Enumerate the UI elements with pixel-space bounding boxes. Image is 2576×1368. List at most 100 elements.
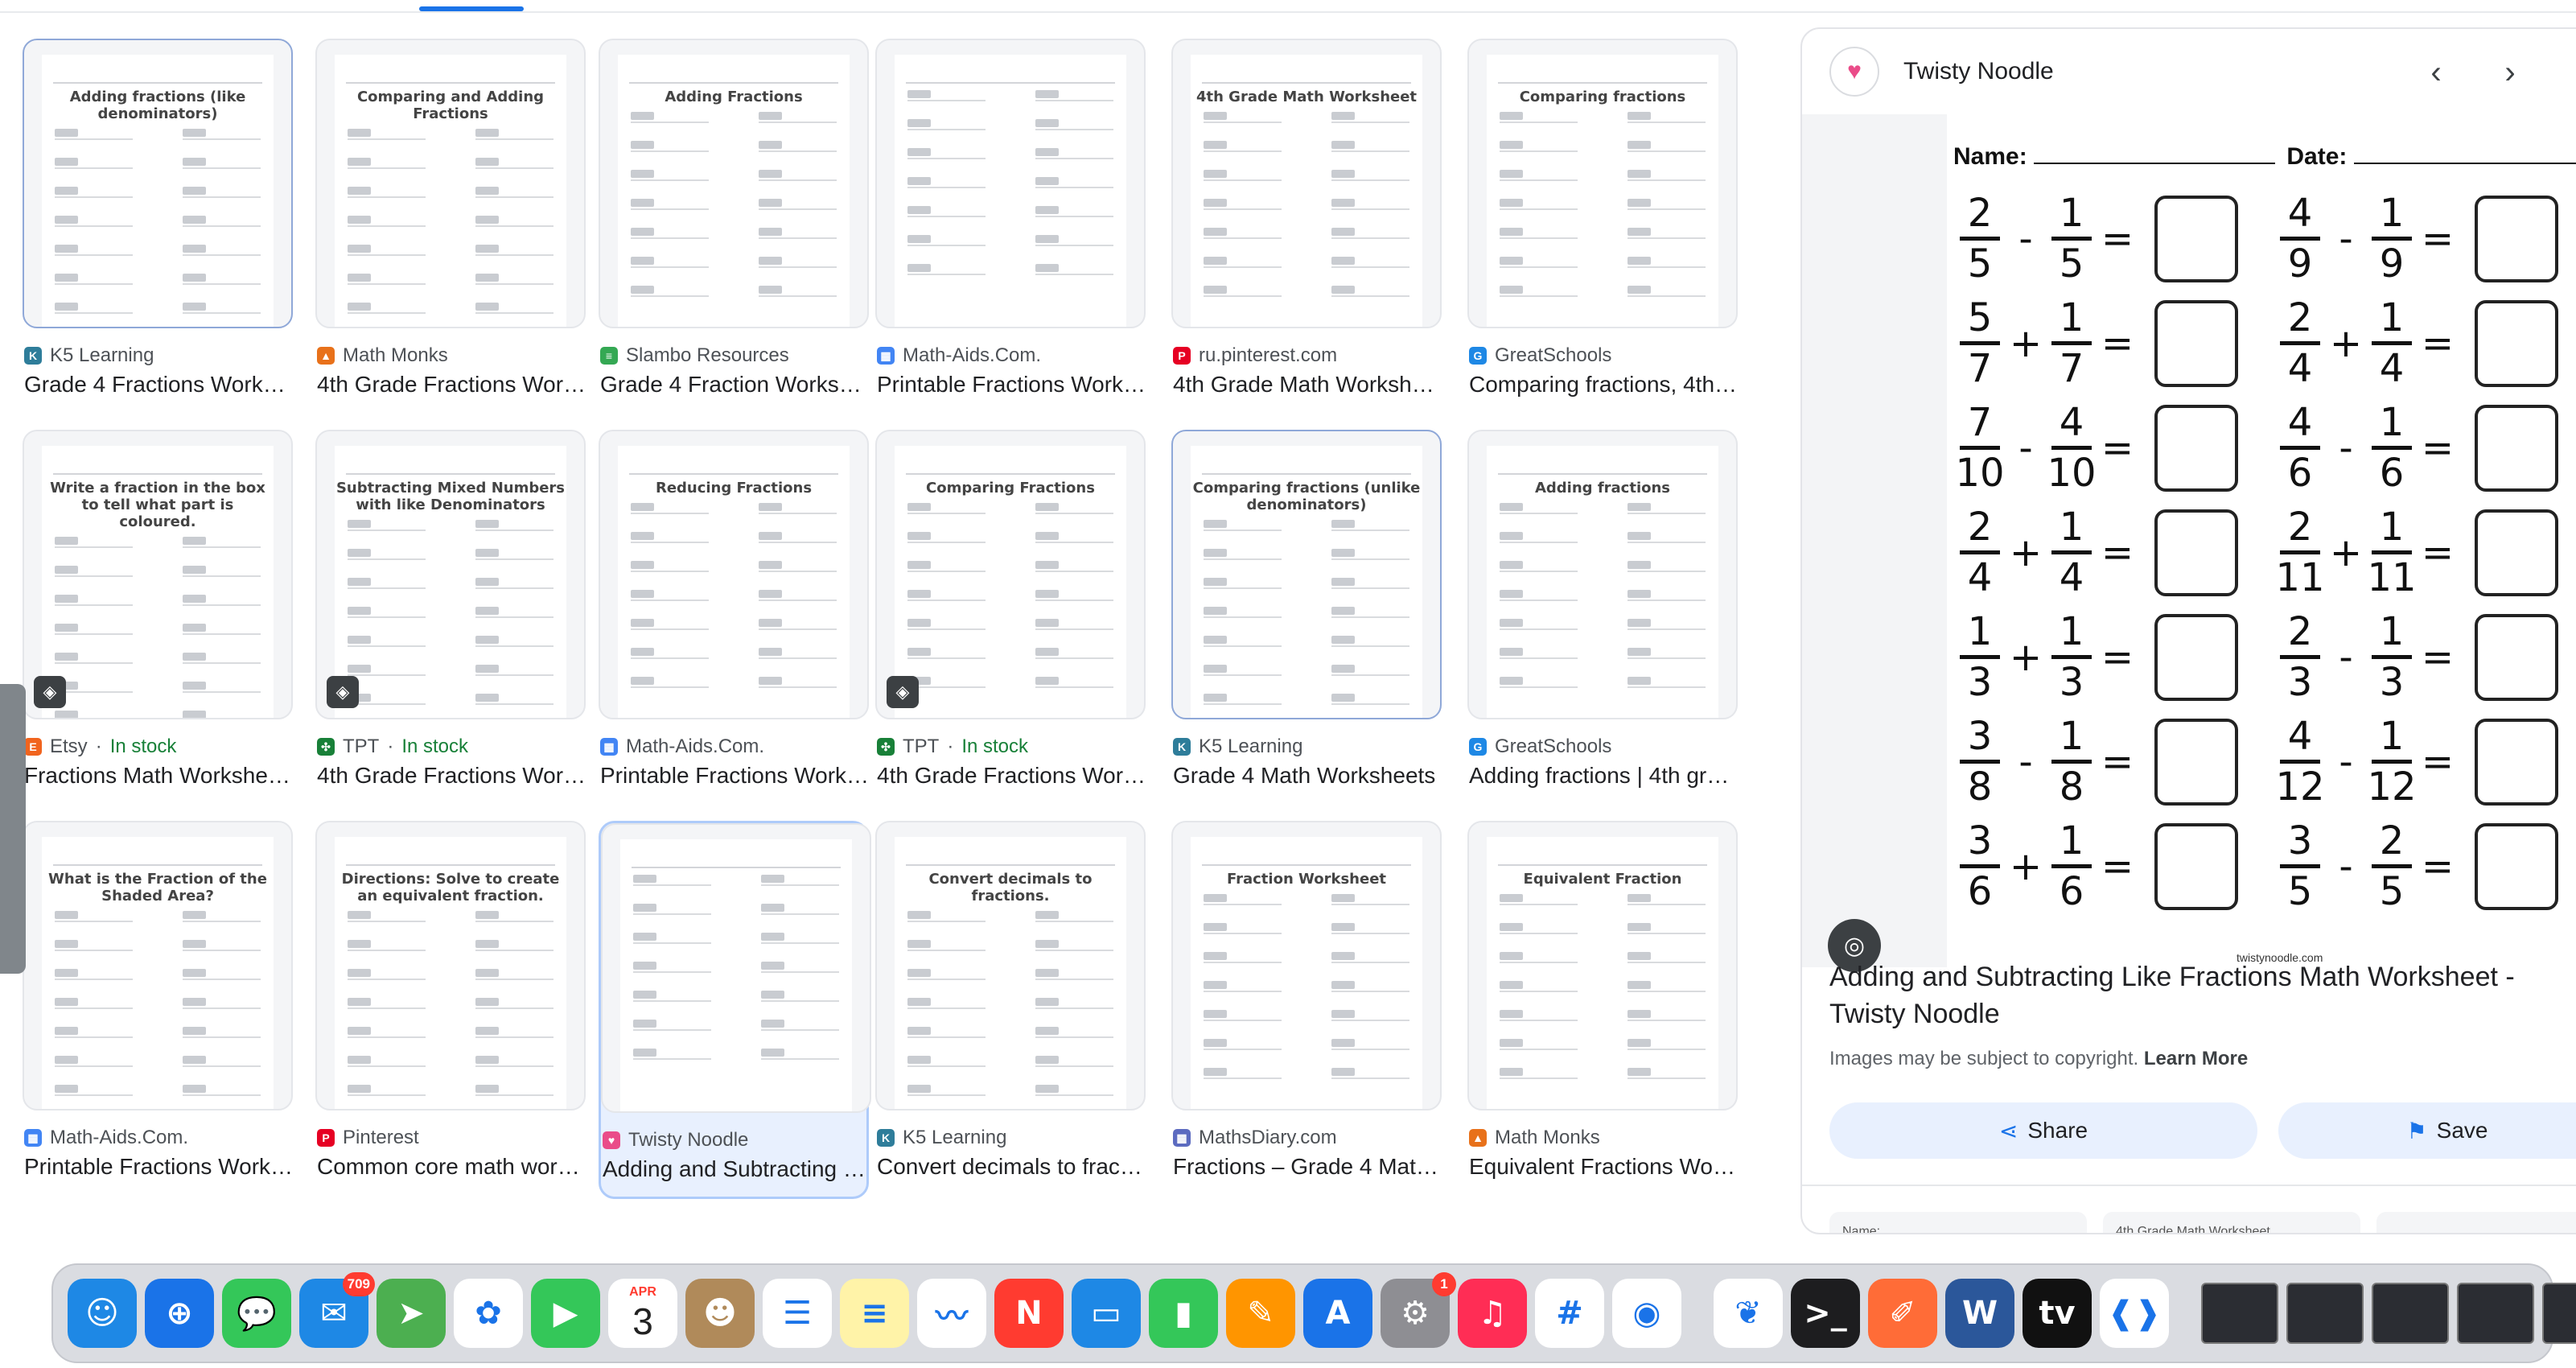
share-button[interactable]: ⋖ Share [1829,1102,2257,1159]
left-edge-handle[interactable] [0,684,26,974]
result-thumbnail[interactable] [601,823,871,1113]
slack-icon[interactable]: # [1535,1279,1604,1348]
result-title[interactable]: Grade 4 Fractions Worksheets | Free Prin… [24,372,294,398]
result-thumbnail[interactable]: Equivalent Fraction [1467,821,1738,1110]
result-thumbnail[interactable] [875,39,1146,328]
result-source[interactable]: ▲ Math Monks [1469,1127,1600,1149]
next-image-button[interactable]: › [2488,50,2533,95]
related-image-thumb[interactable]: 4th Grade Math Worksheet [2103,1212,2360,1233]
image-result-card[interactable]: Comparing fractions (unlike denominators… [1171,430,1442,808]
result-source[interactable]: K K5 Learning [1173,736,1302,758]
mongodb-compass-icon[interactable]: ❦ [1714,1279,1783,1348]
app-store-icon[interactable]: A [1303,1279,1372,1348]
calendar-icon[interactable]: APR 3 [608,1279,677,1348]
result-thumbnail[interactable]: What is the Fraction of the Shaded Area? [23,821,293,1110]
image-result-card[interactable]: Comparing Fractions ◈ ✣ TPT · In stock 4th G… [875,430,1147,808]
messages-icon[interactable]: 💬 [222,1279,291,1348]
image-result-card[interactable]: What is the Fraction of the Shaded Area?… [23,821,294,1199]
vscode-icon[interactable]: ❰❱ [2100,1279,2169,1348]
result-title[interactable]: Grade 4 Fraction Worksheets [600,372,870,398]
minimized-window[interactable] [2286,1283,2364,1344]
result-title[interactable]: Grade 4 Math Worksheets [1173,763,1443,789]
system-settings-icon[interactable]: ⚙ 1 [1381,1272,1456,1348]
chrome-icon[interactable]: ◉ [1612,1279,1681,1348]
image-result-card[interactable]: Comparing fractions G GreatSchools Comparin… [1467,39,1739,417]
image-result-card[interactable]: Adding fractions G GreatSchools Adding frac… [1467,430,1739,808]
apple-tv-icon[interactable]: tv [2023,1279,2092,1348]
mail-icon[interactable]: ✉ 709 [299,1272,375,1348]
previous-image-button[interactable]: ‹ [2413,50,2459,95]
preview-image[interactable]: Name: Date: 2 5-1 5 = 4 9-1 9 = 5 7 +1 7 = 2 4 +1 4 = 7 10-… [1802,114,2576,972]
image-result-card[interactable]: Adding Fractions ≡ Slambo Resources Grade 4… [599,39,870,417]
freeform-icon[interactable]: 〰 [917,1279,986,1348]
result-source[interactable]: ▦ Math-Aids.Com. [600,736,764,758]
result-source[interactable]: ✣ TPT · In stock [317,736,468,758]
image-title[interactable]: Adding and Subtracting Like Fractions Ma… [1829,959,2570,1033]
image-result-card[interactable]: ▦ Math-Aids.Com. Printable Fractions Works… [875,39,1147,417]
result-source[interactable]: ▦ MathsDiary.com [1173,1127,1337,1149]
result-thumbnail[interactable]: Comparing Fractions ◈ [875,430,1146,719]
result-thumbnail[interactable]: Directions: Solve to create an equivalen… [315,821,586,1110]
result-source[interactable]: ✣ TPT · In stock [877,736,1028,758]
facetime-icon[interactable]: ▶ [531,1279,600,1348]
result-thumbnail[interactable]: Reducing Fractions [599,430,869,719]
result-source[interactable]: G GreatSchools [1469,344,1611,367]
result-title[interactable]: 4th Grade Fractions Worksheets [317,372,587,398]
result-title[interactable]: Adding and Subtracting Like Fractions [603,1156,873,1182]
notes-icon[interactable]: ≡ [840,1279,909,1348]
keynote-icon[interactable]: ▭ [1072,1279,1141,1348]
minimized-window[interactable] [2372,1283,2449,1344]
image-result-card[interactable]: Equivalent Fraction ▲ Math Monks Equivalent… [1467,821,1739,1199]
image-result-card[interactable]: Adding fractions (like denominators) K K5 … [23,39,294,417]
panel-site-name[interactable]: Twisty Noodle [1903,58,2054,85]
result-source[interactable]: K K5 Learning [877,1127,1006,1149]
learn-more-link[interactable]: Learn More [2144,1048,2248,1069]
result-source[interactable]: K K5 Learning [24,344,154,367]
result-title[interactable]: Fractions Math Worksheets [24,763,294,789]
result-title[interactable]: Printable Fractions Worksheets [877,372,1147,398]
result-title[interactable]: 4th Grade Fractions Worksheets [317,763,587,789]
result-source[interactable]: Pru.pinterest.com [1173,344,1337,367]
result-thumbnail[interactable]: 4th Grade Math Worksheet [1171,39,1442,328]
image-result-card[interactable]: Comparing and Adding Fractions ▲ Math Monk… [315,39,587,417]
result-source[interactable]: ♥ Twisty Noodle [603,1129,748,1152]
image-result-card[interactable]: Reducing Fractions ▦ Math-Aids.Com. Printab… [599,430,870,808]
result-source[interactable]: ▲ Math Monks [317,344,448,367]
result-thumbnail[interactable]: Comparing and Adding Fractions [315,39,586,328]
pages-icon[interactable]: ✎ [1226,1279,1295,1348]
result-source[interactable]: ▦ Math-Aids.Com. [24,1127,188,1149]
result-thumbnail[interactable]: Write a fraction in the box to tell what… [23,430,293,719]
reminders-icon[interactable]: ☰ [763,1279,832,1348]
result-title[interactable]: Printable Fractions Worksheets [600,763,870,789]
photos-icon[interactable]: ✿ [454,1279,523,1348]
result-thumbnail[interactable]: Adding Fractions [599,39,869,328]
result-thumbnail[interactable]: Comparing fractions (unlike denominators… [1171,430,1442,719]
result-thumbnail[interactable]: Comparing fractions [1467,39,1738,328]
result-title[interactable]: Comparing fractions, 4th grade worksheet [1469,372,1739,398]
music-icon[interactable]: ♫ [1458,1279,1527,1348]
result-title[interactable]: 4th Grade Fractions Worksheets [877,763,1147,789]
image-result-card[interactable]: Subtracting Mixed Numbers with like Deno… [315,430,587,808]
minimized-window[interactable] [2201,1283,2278,1344]
result-title[interactable]: Convert decimals to fractions [877,1154,1147,1180]
image-result-card[interactable]: Directions: Solve to create an equivalen… [315,821,587,1199]
result-thumbnail[interactable]: Adding fractions (like denominators) [23,39,293,328]
save-button[interactable]: ⚑ Save [2278,1102,2576,1159]
image-result-card[interactable]: 4th Grade Math Worksheet Pru.pinterest.co… [1171,39,1443,417]
image-result-card[interactable]: ♥ Twisty Noodle Adding and Subtracting Lik… [599,821,873,1199]
result-title[interactable]: Common core math worksheets [317,1154,587,1180]
image-result-card[interactable]: Convert decimals to fractions. K K5 Learni… [875,821,1147,1199]
maps-icon[interactable]: ➤ [377,1279,446,1348]
result-title[interactable]: Equivalent Fractions Worksheets [1469,1154,1739,1180]
result-thumbnail[interactable]: Fraction Worksheet [1171,821,1442,1110]
image-result-card[interactable]: Fraction Worksheet ▦ MathsDiary.com Fractio… [1171,821,1443,1199]
minimized-window[interactable] [2457,1283,2534,1344]
result-thumbnail[interactable]: Convert decimals to fractions. [875,821,1146,1110]
word-icon[interactable]: W [1945,1279,2014,1348]
safari-icon[interactable]: ⊕ [145,1279,214,1348]
result-thumbnail[interactable]: Subtracting Mixed Numbers with like Deno… [315,430,586,719]
terminal-icon[interactable]: >_ [1791,1279,1860,1348]
minimized-window[interactable] [2542,1283,2576,1344]
result-title[interactable]: 4th Grade Math Worksheets [1173,372,1443,398]
image-result-card[interactable]: Write a fraction in the box to tell what… [23,430,294,808]
